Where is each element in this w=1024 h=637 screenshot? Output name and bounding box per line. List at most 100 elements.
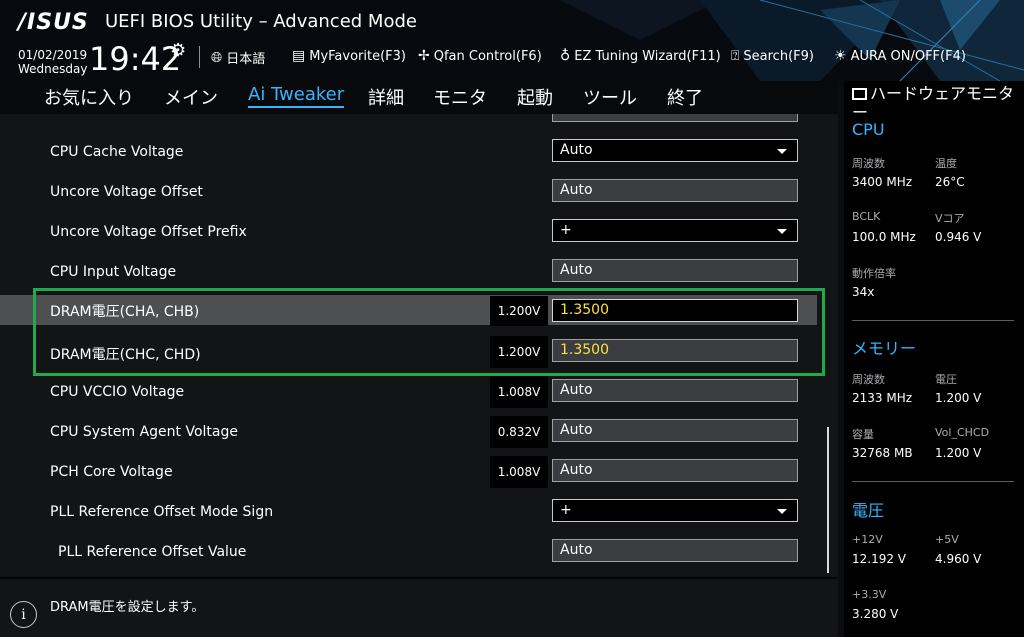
chevron-down-icon: [777, 149, 787, 154]
cpu-cache-voltage-select[interactable]: Auto: [552, 139, 798, 162]
memory-capacity-value: 32768 MB: [852, 446, 913, 460]
tab-monitor[interactable]: モニタ: [433, 84, 487, 110]
setting-label: CPU Cache Voltage: [50, 144, 184, 160]
myfavorite-button[interactable]: ▤ MyFavorite(F3): [292, 48, 406, 64]
date-display: 01/02/2019 Wednesday: [18, 48, 87, 76]
tab-ai-tweaker[interactable]: Ai Tweaker: [248, 84, 345, 108]
chevron-down-icon: [777, 509, 787, 514]
hardware-monitor-title-text: ハードウェアモニター: [852, 84, 1015, 122]
scrollbar[interactable]: [827, 427, 829, 573]
tab-advanced[interactable]: 詳細: [368, 84, 404, 110]
main-menu-tabs: お気に入り メイン Ai Tweaker 詳細 モニタ 起動 ツール 終了: [0, 81, 838, 114]
cpu-input-voltage-field[interactable]: Auto: [552, 259, 798, 282]
chevron-down-icon: [777, 229, 787, 234]
v12-label: +12V: [852, 533, 883, 546]
select-value: +: [560, 502, 572, 518]
monitor-icon: [852, 88, 867, 100]
hardware-monitor-panel: ハードウェアモニター CPU 周波数 温度 3400 MHz 26°C BCLK…: [838, 81, 1024, 637]
uncore-voltage-offset-field[interactable]: Auto: [552, 179, 798, 202]
memory-volt-label: 電圧: [935, 373, 957, 386]
dram-voltage-chc-chd-input[interactable]: 1.3500: [552, 339, 798, 362]
setting-row-uncore-voltage-offset[interactable]: Uncore Voltage Offset Auto: [0, 174, 817, 214]
qfan-control-button[interactable]: ✢ Qfan Control(F6): [418, 48, 542, 64]
memory-freq-label: 周波数: [852, 373, 885, 386]
ratio-value: 34x: [852, 285, 875, 299]
app-title: UEFI BIOS Utility – Advanced Mode: [105, 11, 417, 32]
setting-row-dram-voltage-cha-chb[interactable]: DRAM電圧(CHA, CHB) 1.200V 1.3500: [0, 295, 817, 326]
hardware-monitor-title: ハードウェアモニター: [852, 84, 1022, 122]
favorite-icon: ▤: [292, 48, 306, 64]
search-button[interactable]: ⍰ Search(F9): [731, 48, 814, 64]
aura-icon: ☀︎: [834, 48, 847, 64]
myfavorite-label: MyFavorite(F3): [309, 48, 406, 64]
cpu-temp-label: 温度: [935, 157, 957, 170]
memory-capacity-label: 容量: [852, 428, 874, 441]
gear-icon[interactable]: ⚙: [170, 40, 186, 61]
tab-main[interactable]: メイン: [164, 84, 218, 110]
clock: 19:42: [89, 40, 182, 78]
language-button[interactable]: 🌐︎ 日本語: [211, 48, 265, 68]
help-text: DRAM電圧を設定します。: [50, 600, 205, 615]
current-voltage-readout: 1.200V: [490, 296, 548, 326]
v5-value: 4.960 V: [935, 552, 982, 566]
current-voltage-readout: 1.200V: [490, 336, 548, 368]
fan-icon: ✢: [418, 48, 430, 64]
current-voltage-readout: 1.008V: [490, 376, 548, 408]
ratio-label: 動作倍率: [852, 267, 896, 280]
bclk-value: 100.0 MHz: [852, 230, 916, 244]
v12-value: 12.192 V: [852, 552, 907, 566]
setting-row-cpu-input-voltage[interactable]: CPU Input Voltage Auto: [0, 254, 817, 294]
setting-row-dram-voltage-chc-chd[interactable]: DRAM電圧(CHC, CHD) 1.200V 1.3500: [0, 334, 817, 374]
setting-row-cpu-system-agent-voltage[interactable]: CPU System Agent Voltage 0.832V Auto: [0, 414, 817, 454]
tab-exit[interactable]: 終了: [667, 84, 703, 110]
pch-core-voltage-field[interactable]: Auto: [552, 459, 798, 482]
setting-label: CPU System Agent Voltage: [50, 424, 238, 440]
settings-list: CPU Cache Voltage Auto Uncore Voltage Of…: [0, 114, 838, 577]
memory-volt-value: 1.200 V: [935, 391, 982, 405]
search-icon: ⍰: [731, 48, 740, 64]
title-bar: /ISUS UEFI BIOS Utility – Advanced Mode …: [0, 0, 1024, 81]
cpu-vccio-voltage-field[interactable]: Auto: [552, 379, 798, 402]
cpu-temp-value: 26°C: [935, 175, 965, 189]
setting-label: Uncore Voltage Offset Prefix: [50, 224, 247, 240]
setting-label: DRAM電圧(CHC, CHD): [50, 347, 201, 363]
cpu-freq-value: 3400 MHz: [852, 175, 913, 189]
v33-label: +3.3V: [852, 588, 887, 601]
uncore-voltage-offset-prefix-select[interactable]: +: [552, 219, 798, 242]
date-text: 01/02/2019: [18, 48, 88, 62]
section-divider: [852, 481, 1014, 482]
memory-section-heading: メモリー: [852, 339, 917, 358]
current-voltage-readout: 0.832V: [490, 416, 548, 448]
select-value: +: [560, 222, 572, 238]
tab-favorites[interactable]: お気に入り: [44, 84, 134, 110]
setting-row-cpu-vccio-voltage[interactable]: CPU VCCIO Voltage 1.008V Auto: [0, 374, 817, 414]
aura-toggle-button[interactable]: ☀︎ AURA ON/OFF(F4): [834, 48, 966, 64]
setting-label: CPU Input Voltage: [50, 264, 177, 280]
setting-row-cpu-cache-voltage[interactable]: CPU Cache Voltage Auto: [0, 134, 817, 174]
vol-chcd-label: Vol_CHCD: [935, 426, 990, 439]
vol-chcd-value: 1.200 V: [935, 446, 982, 460]
cpu-system-agent-voltage-field[interactable]: Auto: [552, 419, 798, 442]
setting-row-uncore-voltage-offset-prefix[interactable]: Uncore Voltage Offset Prefix +: [0, 214, 817, 254]
tab-boot[interactable]: 起動: [517, 84, 553, 110]
setting-row-pll-reference-offset-value[interactable]: PLL Reference Offset Value Auto: [0, 534, 817, 574]
asus-logo: /ISUS: [18, 10, 89, 35]
bclk-label: BCLK: [852, 210, 881, 223]
cpu-section-heading: CPU: [852, 120, 885, 139]
setting-label: PCH Core Voltage: [50, 464, 173, 480]
ez-tuning-wizard-button[interactable]: ♁ EZ Tuning Wizard(F11): [560, 48, 721, 64]
header-divider: [199, 46, 200, 68]
setting-row-pll-reference-offset-mode-sign[interactable]: PLL Reference Offset Mode Sign +: [0, 494, 817, 534]
setting-row-pch-core-voltage[interactable]: PCH Core Voltage 1.008V Auto: [0, 454, 817, 494]
v33-value: 3.280 V: [852, 607, 899, 621]
v5-label: +5V: [935, 533, 959, 546]
current-voltage-readout: 1.008V: [490, 456, 548, 488]
tab-tool[interactable]: ツール: [583, 84, 637, 110]
pll-reference-offset-value-field[interactable]: Auto: [552, 539, 798, 562]
dram-voltage-cha-chb-input[interactable]: 1.3500: [552, 299, 798, 322]
setting-label: Uncore Voltage Offset: [50, 184, 203, 200]
pll-reference-offset-mode-sign-select[interactable]: +: [552, 499, 798, 522]
ez-tuning-wizard-label: EZ Tuning Wizard(F11): [574, 48, 721, 64]
section-divider: [852, 320, 1014, 321]
setting-label: DRAM電圧(CHA, CHB): [50, 304, 200, 320]
